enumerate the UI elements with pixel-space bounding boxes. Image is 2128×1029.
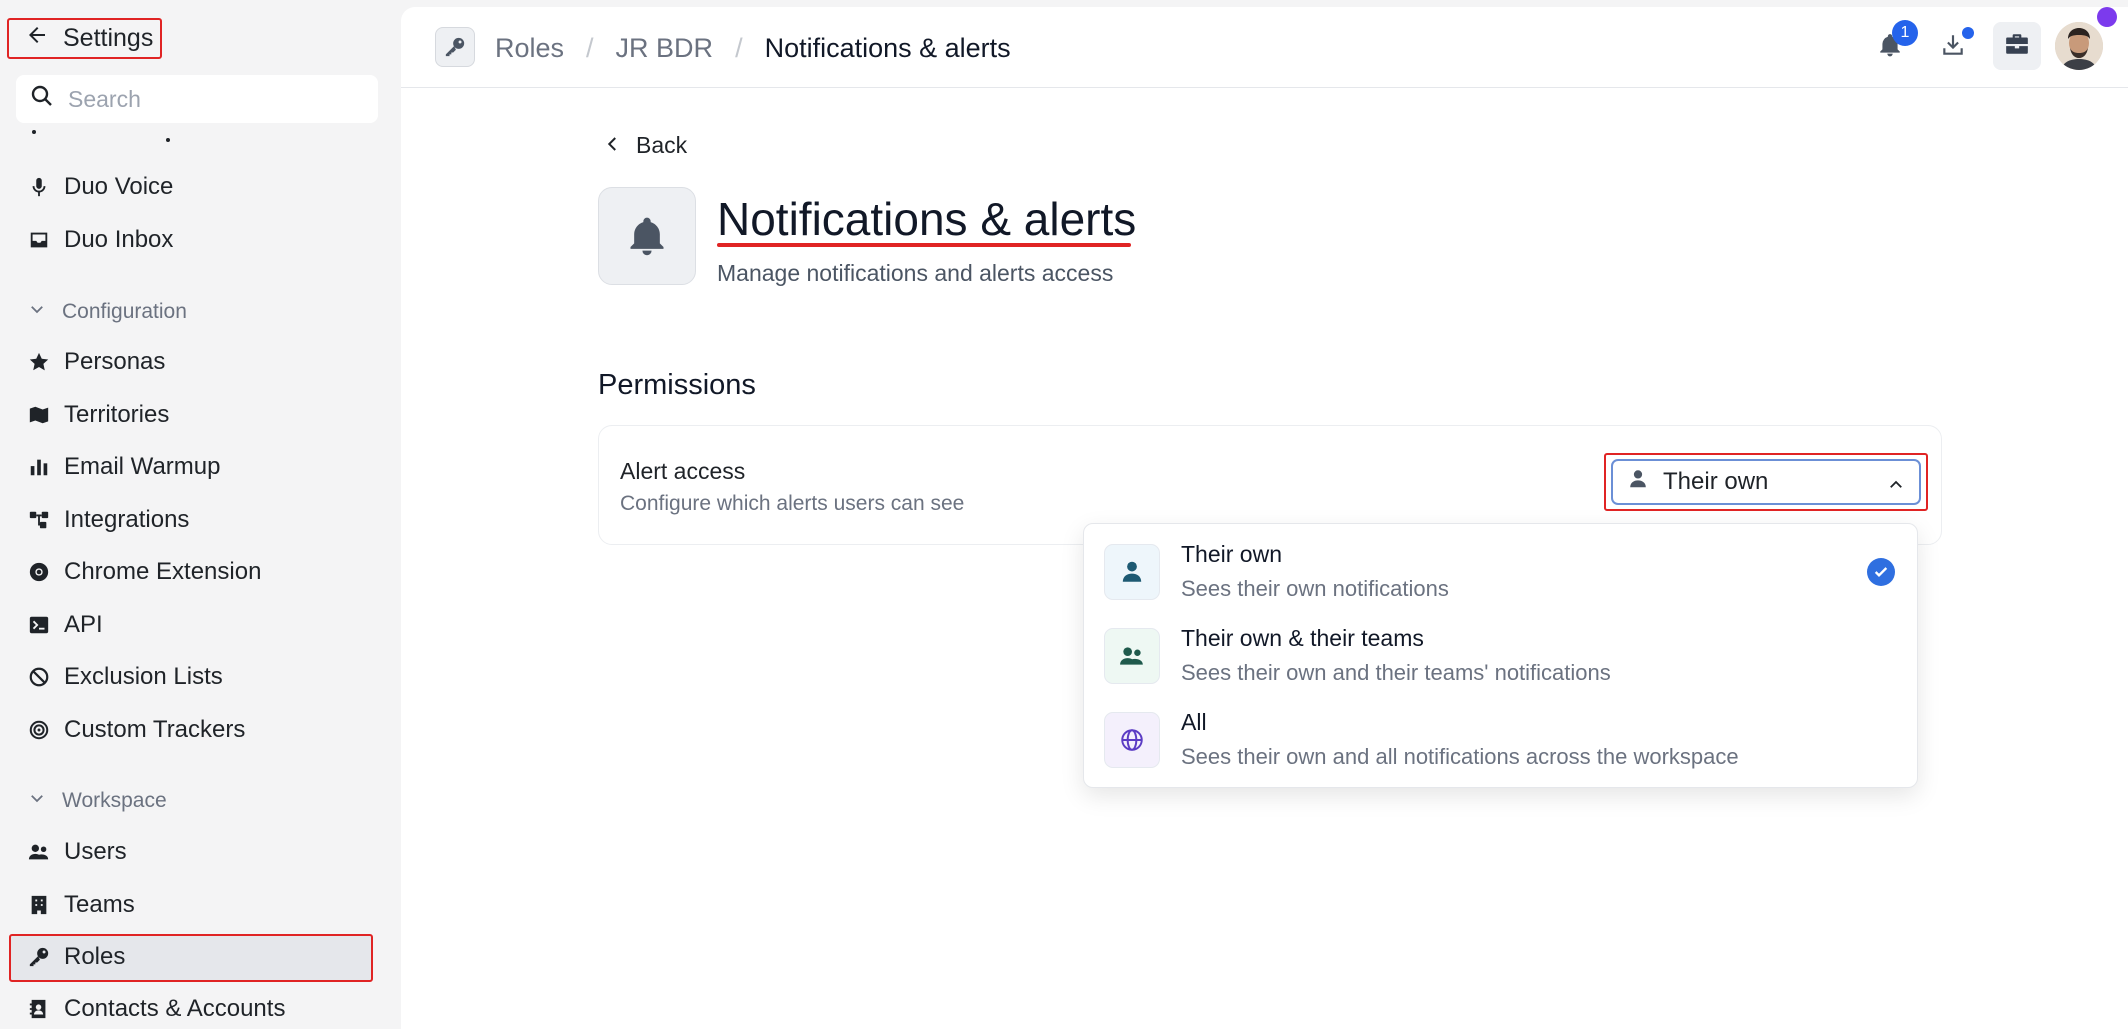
download-status-dot: [1962, 27, 1974, 39]
sidebar-item-duo-inbox[interactable]: Duo Inbox: [28, 220, 173, 260]
breadcrumb-separator: /: [735, 33, 743, 63]
sidebar-item-label: Chrome Extension: [64, 558, 262, 585]
option-description: Sees their own and all notifications acr…: [1181, 744, 1739, 769]
contacts-icon: [28, 998, 50, 1020]
chevron-up-icon: [1887, 473, 1905, 501]
option-all[interactable]: All Sees their own and all notifications…: [1084, 692, 1919, 776]
option-description: Sees their own and their teams' notifica…: [1181, 660, 1611, 685]
sidebar-item-integrations[interactable]: Integrations: [28, 500, 189, 540]
microphone-icon: [28, 176, 50, 198]
sidebar: Settings Duo Voice Duo Inbox Configurati…: [0, 0, 401, 1029]
sidebar-item-label: API: [64, 611, 103, 638]
sidebar-item-api[interactable]: API: [28, 605, 103, 645]
globe-icon: [1104, 712, 1160, 768]
page-title: Notifications & alerts: [717, 193, 1137, 245]
settings-back-button[interactable]: Settings: [7, 18, 162, 59]
permissions-heading: Permissions: [598, 369, 756, 401]
avatar-status-dot: [2097, 7, 2117, 27]
sidebar-item-label: Contacts & Accounts: [64, 995, 286, 1022]
sidebar-item-contacts-accounts[interactable]: Contacts & Accounts: [28, 989, 285, 1029]
workspace-button[interactable]: [1993, 22, 2041, 70]
sidebar-item-label: Custom Trackers: [64, 716, 246, 743]
chevron-down-icon: [28, 300, 46, 324]
star-icon: [28, 351, 50, 373]
roles-key-icon: [435, 27, 475, 67]
sidebar-item-label: Territories: [64, 401, 170, 428]
breadcrumb-roles[interactable]: Roles: [495, 33, 564, 64]
sidebar-item-label: Duo Voice: [64, 173, 174, 200]
bar-chart-icon: [28, 456, 50, 478]
chevron-down-icon: [28, 789, 46, 813]
map-icon: [28, 404, 50, 426]
sidebar-item-roles[interactable]: Roles: [28, 937, 125, 977]
sidebar-item-users[interactable]: Users: [28, 832, 127, 872]
section-label: Workspace: [62, 789, 167, 812]
back-label: Back: [636, 132, 688, 158]
key-icon: [28, 946, 50, 968]
main-panel: Roles / JR BDR / Notifications & alerts …: [401, 7, 2128, 1029]
terminal-icon: [28, 614, 50, 636]
sidebar-item-label: Integrations: [64, 506, 190, 533]
users-icon: [28, 841, 50, 863]
avatar[interactable]: [2055, 22, 2103, 70]
top-bar: Roles / JR BDR / Notifications & alerts …: [401, 7, 2128, 88]
notification-count-badge: 1: [1892, 20, 1918, 46]
option-description: Sees their own notifications: [1181, 576, 1449, 601]
alert-access-dropdown: Their own Sees their own notifications T…: [1083, 523, 1918, 788]
sidebar-item-email-warmup[interactable]: Email Warmup: [28, 447, 220, 487]
sidebar-item-duo-voice[interactable]: Duo Voice: [28, 167, 173, 207]
breadcrumb: Roles / JR BDR / Notifications & alerts: [495, 33, 1011, 64]
breadcrumb-current: Notifications & alerts: [764, 33, 1011, 63]
alert-access-label: Alert access: [620, 458, 746, 484]
title-annotation-underline: [717, 243, 1131, 247]
search-input[interactable]: [68, 85, 348, 113]
person-icon: [1627, 468, 1649, 497]
bell-icon: [598, 187, 696, 285]
check-icon: [1867, 558, 1895, 586]
arrow-left-icon: [25, 23, 49, 54]
sidebar-item-label: Exclusion Lists: [64, 663, 223, 690]
clipped-nav-item: [28, 130, 228, 144]
section-configuration[interactable]: Configuration: [28, 300, 187, 324]
sidebar-item-label: Email Warmup: [64, 453, 221, 480]
sidebar-item-label: Users: [64, 838, 127, 865]
settings-label: Settings: [63, 24, 154, 52]
search-icon: [30, 84, 54, 114]
alert-access-description: Configure which alerts users can see: [620, 492, 965, 515]
option-their-own-teams[interactable]: Their own & their teams Sees their own a…: [1084, 608, 1919, 692]
option-their-own[interactable]: Their own Sees their own notifications: [1084, 524, 1919, 608]
sidebar-item-label: Personas: [64, 348, 166, 375]
option-title: Their own & their teams: [1181, 625, 1424, 651]
section-workspace[interactable]: Workspace: [28, 789, 167, 813]
sidebar-item-chrome-extension[interactable]: Chrome Extension: [28, 552, 261, 592]
people-icon: [1104, 628, 1160, 684]
option-title: All: [1181, 709, 1207, 735]
sidebar-item-territories[interactable]: Territories: [28, 395, 169, 435]
sidebar-item-personas[interactable]: Personas: [28, 342, 165, 382]
sidebar-item-label: Roles: [64, 943, 126, 970]
sidebar-item-label: Teams: [64, 891, 135, 918]
back-link[interactable]: Back: [604, 132, 687, 159]
briefcase-icon: [2004, 31, 2030, 62]
breadcrumb-separator: /: [586, 33, 594, 63]
section-label: Configuration: [62, 300, 187, 323]
block-icon: [28, 666, 50, 688]
person-icon: [1104, 544, 1160, 600]
chevron-left-icon: [604, 132, 622, 159]
search-box[interactable]: [16, 75, 378, 123]
chrome-icon: [28, 561, 50, 583]
building-icon: [28, 894, 50, 916]
target-icon: [28, 719, 50, 741]
breadcrumb-jr-bdr[interactable]: JR BDR: [616, 33, 714, 64]
sidebar-item-exclusion-lists[interactable]: Exclusion Lists: [28, 657, 223, 697]
page-subtitle: Manage notifications and alerts access: [717, 260, 1114, 286]
integrations-icon: [28, 509, 50, 531]
inbox-icon: [28, 229, 50, 251]
select-value: Their own: [1663, 468, 1769, 495]
alert-access-select[interactable]: Their own: [1611, 459, 1921, 505]
sidebar-item-label: Duo Inbox: [64, 226, 174, 253]
sidebar-item-teams[interactable]: Teams: [28, 885, 135, 925]
option-title: Their own: [1181, 541, 1282, 567]
sidebar-item-custom-trackers[interactable]: Custom Trackers: [28, 710, 245, 750]
